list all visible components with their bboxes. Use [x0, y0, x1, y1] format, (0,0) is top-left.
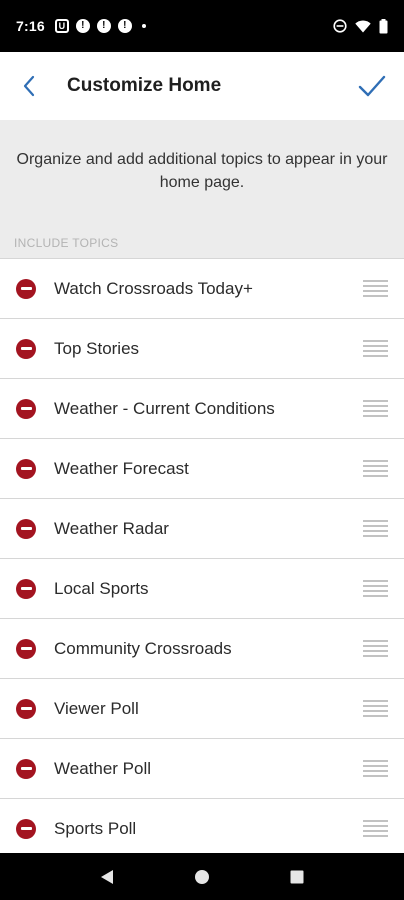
remove-circle-icon[interactable] [16, 698, 36, 719]
topic-label: Watch Crossroads Today+ [54, 278, 253, 298]
topic-label: Local Sports [54, 578, 149, 598]
topic-label: Weather - Current Conditions [54, 398, 275, 418]
topic-row[interactable]: Weather - Current Conditions [0, 378, 404, 438]
navigation-bar [0, 853, 404, 900]
topic-row[interactable]: Watch Crossroads Today+ [0, 258, 404, 318]
nav-back-button[interactable] [87, 857, 127, 897]
remove-circle-icon[interactable] [16, 818, 36, 839]
remove-circle-icon[interactable] [16, 278, 36, 299]
page-title: Customize Home [67, 75, 222, 96]
topic-label: Top Stories [54, 338, 140, 358]
app-bar: Customize Home [0, 52, 404, 120]
drag-handle-icon[interactable] [363, 699, 388, 718]
drag-handle-icon[interactable] [363, 519, 388, 538]
topic-row[interactable]: Weather Forecast [0, 438, 404, 498]
drag-handle-icon[interactable] [363, 639, 388, 658]
topic-list: Watch Crossroads Today+ Top Stories Weat… [0, 258, 404, 858]
remove-circle-icon[interactable] [16, 518, 36, 539]
description-text: Organize and add additional topics to ap… [16, 151, 388, 191]
topic-label: Weather Radar [54, 518, 169, 538]
remove-circle-icon[interactable] [16, 338, 36, 359]
screen: 7:16 U ! ! ! Customize Home Organize and… [0, 0, 404, 900]
remove-circle-icon[interactable] [16, 458, 36, 479]
drag-handle-icon[interactable] [363, 339, 388, 358]
nav-recents-button[interactable] [277, 857, 317, 897]
topic-label: Weather Poll [54, 758, 152, 778]
back-button[interactable] [0, 52, 58, 120]
topic-row[interactable]: Community Crossroads [0, 618, 404, 678]
done-button[interactable] [340, 52, 404, 120]
drag-handle-icon[interactable] [363, 579, 388, 598]
drag-handle-icon[interactable] [363, 819, 388, 838]
topic-label: Community Crossroads [54, 638, 232, 658]
do-not-disturb-icon [333, 19, 347, 33]
nav-home-button[interactable] [182, 857, 222, 897]
checkmark-icon [358, 75, 386, 97]
drag-handle-icon[interactable] [363, 459, 388, 478]
topic-row[interactable]: Weather Radar [0, 498, 404, 558]
drag-handle-icon[interactable] [363, 279, 388, 298]
topic-label: Weather Forecast [54, 458, 189, 478]
remove-circle-icon[interactable] [16, 398, 36, 419]
topic-row[interactable]: Sports Poll [0, 798, 404, 858]
remove-circle-icon[interactable] [16, 638, 36, 659]
drag-handle-icon[interactable] [363, 399, 388, 418]
back-triangle-icon [101, 869, 114, 884]
alert-icon: ! [117, 19, 132, 33]
recents-square-icon [290, 870, 304, 883]
alert-icon: ! [75, 19, 90, 33]
system-icons [333, 18, 388, 34]
remove-circle-icon[interactable] [16, 578, 36, 599]
topic-row[interactable]: Local Sports [0, 558, 404, 618]
drag-handle-icon[interactable] [363, 759, 388, 778]
wifi-icon [355, 19, 371, 32]
remove-circle-icon[interactable] [16, 758, 36, 779]
chevron-left-icon [23, 75, 35, 97]
topic-label: Viewer Poll [54, 698, 139, 718]
topic-row[interactable]: Top Stories [0, 318, 404, 378]
status-time: 7:16 [16, 18, 45, 34]
home-circle-icon [194, 869, 209, 884]
topic-label: Sports Poll [54, 818, 137, 838]
alert-icon: ! [96, 19, 111, 33]
u-notification-icon: U [54, 19, 69, 33]
section-header: INCLUDE TOPICS [14, 236, 119, 250]
battery-icon [379, 18, 388, 33]
notification-icons: U ! ! ! [54, 19, 146, 33]
status-bar: 7:16 U ! ! ! [0, 0, 404, 52]
notification-dot [141, 24, 146, 28]
topic-row[interactable]: Viewer Poll [0, 678, 404, 738]
topic-row[interactable]: Weather Poll [0, 738, 404, 798]
